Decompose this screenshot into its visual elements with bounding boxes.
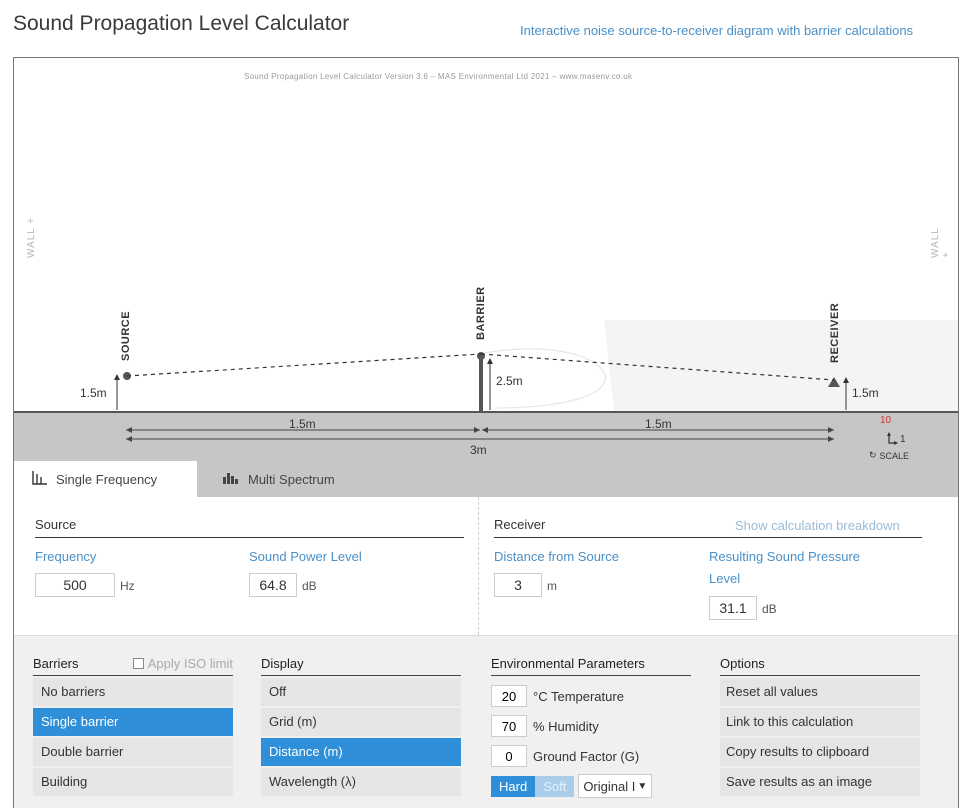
options-column: Options Reset all values Link to this ca… xyxy=(720,656,920,798)
humidity-label: % Humidity xyxy=(533,718,599,734)
display-list: Off Grid (m) Distance (m) Wavelength (λ) xyxy=(261,678,461,796)
receiver-height-value: 1.5m xyxy=(852,386,879,400)
chevron-down-icon: ▼ xyxy=(637,780,648,792)
ground-type-row: Hard Soft Original I ▼ xyxy=(491,774,691,798)
source-panel: Source Frequency Hz Sound Power Level dB xyxy=(14,497,478,635)
copy-results-button[interactable]: Copy results to clipboard xyxy=(720,738,920,766)
ground-factor-input[interactable] xyxy=(491,745,527,767)
dist-total-value: 3m xyxy=(470,443,487,457)
path-source-barrier xyxy=(126,353,482,377)
frequency-unit: Hz xyxy=(120,579,135,593)
environment-column: Environmental Parameters °C Temperature … xyxy=(491,656,691,804)
display-option-grid[interactable]: Grid (m) xyxy=(261,708,461,736)
diagram-svg xyxy=(114,320,958,411)
iso-limit-option[interactable]: Apply ISO limit xyxy=(132,656,233,671)
link-button[interactable]: Link to this calculation xyxy=(720,708,920,736)
tab-label: Single Frequency xyxy=(56,471,158,487)
environment-fields: °C Temperature % Humidity Ground Factor … xyxy=(491,684,691,798)
refresh-icon: ↻ xyxy=(869,450,877,460)
page-subtitle: Interactive noise source-to-receiver dia… xyxy=(520,23,914,38)
shadow-zone-fill xyxy=(604,320,958,411)
distance-unit: m xyxy=(547,579,557,593)
barrier-post xyxy=(479,356,483,411)
options-heading: Options xyxy=(720,656,920,676)
reset-button[interactable]: Reset all values xyxy=(720,678,920,706)
method-select-value: Original I xyxy=(583,778,636,794)
temperature-label: °C Temperature xyxy=(533,688,624,704)
barrier-option-building[interactable]: Building xyxy=(33,768,233,796)
barrier-option-double[interactable]: Double barrier xyxy=(33,738,233,766)
page-title: Sound Propagation Level Calculator xyxy=(13,12,350,35)
power-input[interactable] xyxy=(249,573,297,597)
barrier-height-value: 2.5m xyxy=(496,374,523,388)
scale-label: SCALE xyxy=(879,450,910,461)
scale-value: 10 xyxy=(880,415,892,426)
power-label: Sound Power Level xyxy=(249,549,362,564)
receiver-panel: Receiver Show calculation breakdown Dist… xyxy=(478,497,958,635)
ground-factor-row: Ground Factor (G) xyxy=(491,744,691,768)
options-list: Reset all values Link to this calculatio… xyxy=(720,678,920,796)
source-label: SOURCE xyxy=(120,310,132,361)
scale-unit: 1 xyxy=(900,434,906,445)
tab-multi-spectrum[interactable]: Multi Spectrum xyxy=(222,461,392,497)
breakdown-link[interactable]: Show calculation breakdown xyxy=(735,518,900,533)
tab-single-frequency[interactable]: Single Frequency xyxy=(14,461,197,497)
spectrum-icon xyxy=(222,471,240,487)
tab-label: Multi Spectrum xyxy=(248,471,335,487)
controls-area: Barriers Apply ISO limit No barriers Sin… xyxy=(14,635,958,808)
soft-button[interactable]: Soft xyxy=(535,775,575,797)
spl-label-line1: Resulting Sound Pressure xyxy=(709,549,861,564)
dist-right-value: 1.5m xyxy=(645,417,672,431)
display-heading: Display xyxy=(261,656,461,676)
spl-label-line2: Level xyxy=(709,571,741,586)
distance-input[interactable] xyxy=(494,573,542,597)
spl-output xyxy=(709,596,757,620)
bar-chart-icon xyxy=(32,470,48,488)
mode-tabs: Single Frequency Multi Spectrum xyxy=(14,461,958,497)
barrier-label: BARRIER xyxy=(475,286,487,340)
ground-factor-label: Ground Factor (G) xyxy=(533,748,640,764)
barriers-column: Barriers Apply ISO limit No barriers Sin… xyxy=(33,656,233,798)
source-height-value: 1.5m xyxy=(80,386,107,400)
barriers-header: Barriers Apply ISO limit xyxy=(33,656,233,676)
distance-label: Distance from Source xyxy=(494,549,619,564)
scale-toggle[interactable]: ↻ SCALE xyxy=(869,450,909,461)
wall-right-label: WALL + xyxy=(930,227,952,259)
display-column: Display Off Grid (m) Distance (m) Wavele… xyxy=(261,656,461,798)
barriers-list: No barriers Single barrier Double barrie… xyxy=(33,678,233,796)
barrier-height-arrow xyxy=(487,358,493,364)
source-heading: Source xyxy=(35,517,464,538)
method-select[interactable]: Original I ▼ xyxy=(578,774,653,798)
hard-button[interactable]: Hard xyxy=(491,775,536,797)
source-height-arrow xyxy=(114,374,120,380)
save-image-button[interactable]: Save results as an image xyxy=(720,768,920,796)
humidity-input[interactable] xyxy=(491,715,527,737)
humidity-row: % Humidity xyxy=(491,714,691,738)
dist-left-value: 1.5m xyxy=(289,417,316,431)
iso-limit-label: Apply ISO limit xyxy=(147,656,233,671)
temperature-input[interactable] xyxy=(491,685,527,707)
calculator-frame: Sound Propagation Level Calculator Versi… xyxy=(13,57,959,808)
ground-strip: 1.5m 1.5m 3m 10 1 ↻ SCALE xyxy=(14,411,958,463)
display-option-distance[interactable]: Distance (m) xyxy=(261,738,461,766)
checkbox-icon[interactable] xyxy=(132,658,144,669)
display-option-wavelength[interactable]: Wavelength (λ) xyxy=(261,768,461,796)
frequency-label: Frequency xyxy=(35,549,97,564)
barrier-top-dot xyxy=(477,352,485,360)
temperature-row: °C Temperature xyxy=(491,684,691,708)
environment-heading: Environmental Parameters xyxy=(491,656,691,676)
receiver-label: RECEIVER xyxy=(829,302,841,363)
barriers-heading: Barriers xyxy=(33,656,79,671)
spl-unit: dB xyxy=(762,602,777,616)
display-option-off[interactable]: Off xyxy=(261,678,461,706)
frequency-input[interactable] xyxy=(35,573,115,597)
propagation-diagram[interactable]: Sound Propagation Level Calculator Versi… xyxy=(14,58,958,458)
barrier-option-single[interactable]: Single barrier xyxy=(33,708,233,736)
barrier-option-none[interactable]: No barriers xyxy=(33,678,233,706)
wall-left-label: WALL + xyxy=(26,216,37,258)
power-unit: dB xyxy=(302,579,317,593)
